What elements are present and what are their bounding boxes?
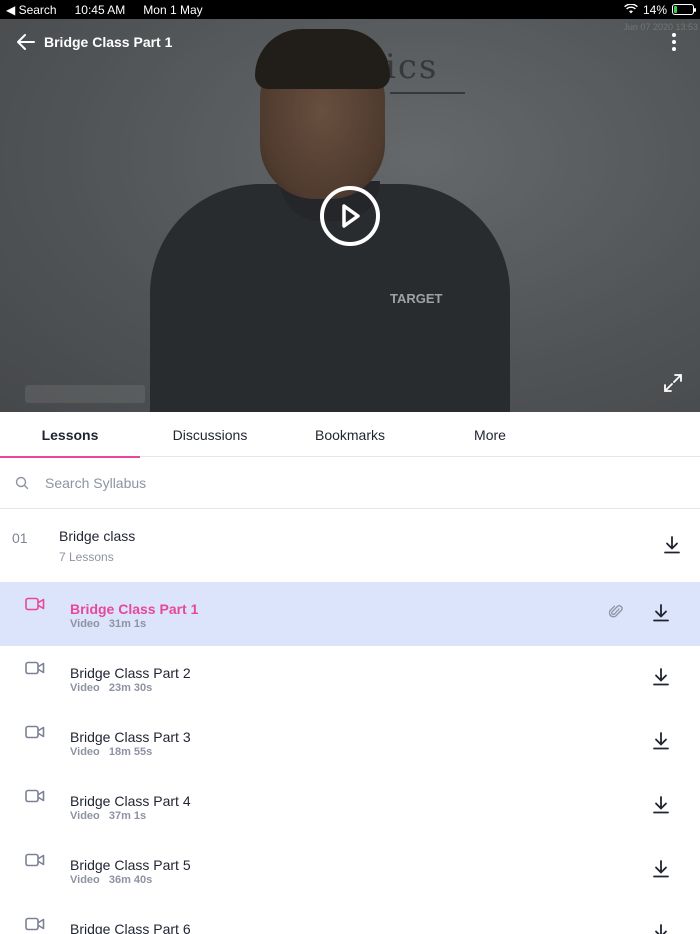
- tab-bar: Lessons Discussions Bookmarks More: [0, 412, 700, 458]
- download-icon: [652, 604, 670, 626]
- attachment-icon[interactable]: [608, 604, 623, 625]
- lesson-meta: Video 23m 30s: [70, 682, 152, 694]
- lesson-duration: 23m 30s: [108, 682, 153, 694]
- video-camera-icon: [25, 917, 45, 934]
- lesson-title: Bridge Class Part 2: [70, 665, 191, 681]
- tab-bookmarks[interactable]: Bookmarks: [280, 412, 420, 457]
- lesson-row[interactable]: Bridge Class Part 2 Video 23m 30s: [0, 646, 700, 710]
- video-title: Bridge Class Part 1: [44, 34, 173, 50]
- lesson-duration: 36m 40s: [108, 874, 153, 886]
- lesson-type: Video: [70, 874, 100, 886]
- lesson-row[interactable]: Bridge Class Part 4 Video 37m 1s: [0, 774, 700, 838]
- lesson-meta: Video 31m 1s: [70, 618, 146, 630]
- status-date: Mon 1 May: [143, 2, 203, 17]
- lesson-meta: Video 36m 40s: [70, 874, 152, 886]
- lesson-download-button[interactable]: [652, 924, 670, 934]
- arrow-left-icon: [17, 34, 35, 50]
- lesson-meta: Video 18m 55s: [70, 746, 152, 758]
- search-bar: [0, 458, 700, 509]
- video-topbar: Bridge Class Part 1: [0, 19, 700, 65]
- lesson-type: Video: [70, 618, 100, 630]
- battery-icon: [672, 4, 696, 15]
- lesson-duration: 18m 55s: [108, 746, 153, 758]
- lesson-title: Bridge Class Part 6: [70, 921, 191, 934]
- lesson-row[interactable]: Bridge Class Part 5 Video 36m 40s: [0, 838, 700, 902]
- lesson-title: Bridge Class Part 5: [70, 857, 191, 873]
- lesson-row[interactable]: Bridge Class Part 6: [0, 902, 700, 934]
- download-icon: [652, 796, 670, 818]
- lesson-download-button[interactable]: [652, 860, 670, 883]
- lesson-type: Video: [70, 746, 100, 758]
- tab-discussions[interactable]: Discussions: [140, 412, 280, 457]
- search-icon: [15, 476, 29, 490]
- video-camera-icon: [25, 725, 45, 744]
- play-icon: [342, 204, 360, 228]
- lesson-download-button[interactable]: [652, 796, 670, 819]
- lesson-type: Video: [70, 682, 100, 694]
- tab-lessons[interactable]: Lessons: [0, 412, 140, 458]
- status-bar: ◀ Search 10:45 AM Mon 1 May 14%: [0, 0, 700, 19]
- section-title: Bridge class: [59, 528, 136, 544]
- video-camera-icon: [25, 853, 45, 872]
- fullscreen-button[interactable]: [664, 374, 682, 392]
- lesson-type: Video: [70, 810, 100, 822]
- more-options-button[interactable]: [664, 29, 684, 55]
- lesson-row[interactable]: Bridge Class Part 1 Video 31m 1s: [0, 582, 700, 646]
- section-header[interactable]: 01 Bridge class 7 Lessons: [0, 510, 700, 582]
- lesson-download-button[interactable]: [652, 732, 670, 755]
- download-icon: [652, 668, 670, 690]
- back-app-label: Search: [18, 2, 57, 17]
- back-button[interactable]: [16, 32, 36, 52]
- video-player[interactable]: ics TARGET Jun 07 2020 13:53 Bridge Clas…: [0, 19, 700, 412]
- battery-percent: 14%: [642, 2, 667, 17]
- back-to-app-link[interactable]: ◀ Search: [6, 3, 57, 17]
- play-button[interactable]: [320, 186, 380, 246]
- download-icon: [652, 732, 670, 754]
- search-input[interactable]: [45, 475, 445, 491]
- expand-icon: [664, 374, 682, 392]
- wifi-icon: [624, 2, 638, 17]
- lesson-duration: 37m 1s: [108, 810, 147, 822]
- lesson-title: Bridge Class Part 3: [70, 729, 191, 745]
- lesson-row[interactable]: Bridge Class Part 3 Video 18m 55s: [0, 710, 700, 774]
- download-icon: [652, 860, 670, 882]
- section-number: 01: [12, 530, 28, 546]
- lesson-download-button[interactable]: [652, 604, 670, 627]
- lesson-download-button[interactable]: [652, 668, 670, 691]
- lesson-title: Bridge Class Part 1: [70, 601, 199, 617]
- status-time: 10:45 AM: [74, 2, 126, 17]
- video-camera-icon: [25, 789, 45, 808]
- section-lesson-count: 7 Lessons: [59, 550, 114, 564]
- download-icon: [652, 924, 670, 934]
- tab-more[interactable]: More: [420, 412, 560, 457]
- video-camera-icon: [25, 597, 45, 616]
- lesson-title: Bridge Class Part 4: [70, 793, 191, 809]
- section-download-button[interactable]: [663, 536, 681, 559]
- lesson-duration: 31m 1s: [108, 618, 147, 630]
- download-icon: [664, 536, 680, 554]
- lesson-meta: Video 37m 1s: [70, 810, 146, 822]
- video-camera-icon: [25, 661, 45, 680]
